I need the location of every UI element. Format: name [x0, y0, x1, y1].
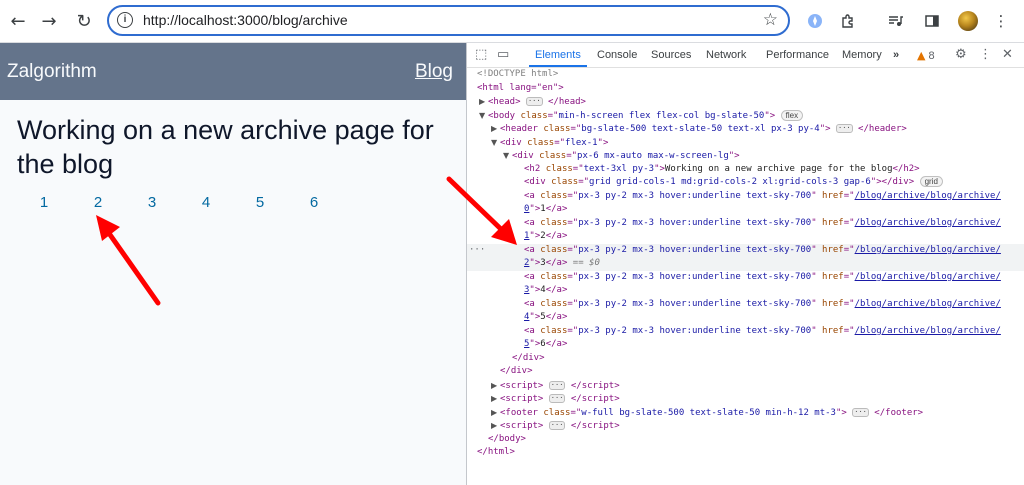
page-title: Working on a new archive page for the bl… [17, 115, 434, 179]
dom-line-grid[interactable]: <div class="grid grid-cols-1 md:grid-col… [467, 176, 1024, 190]
expand-triangle-icon[interactable]: ▶ [491, 406, 500, 420]
active-tab-indicator [529, 65, 587, 67]
expand-triangle-icon[interactable]: ▶ [479, 95, 488, 109]
tab-network[interactable]: Network [706, 49, 746, 61]
dom-line-a-1[interactable]: <a class="px-3 py-2 mx-3 hover:underline… [467, 217, 1024, 231]
expand-triangle-icon[interactable]: ▶ [491, 419, 500, 433]
site-header: Zalgorithm Blog [0, 43, 466, 100]
dom-line-a-1-cont[interactable]: 1">2</a> [467, 230, 1024, 244]
page-link-3[interactable]: 3 [142, 194, 162, 211]
dom-tree: <!DOCTYPE html> <html lang="en"> ▶ <head>… [467, 68, 1024, 460]
dom-line-a-4-cont[interactable]: 4">5</a> [467, 311, 1024, 325]
page-link-4[interactable]: 4 [196, 194, 216, 211]
dom-line-script[interactable]: ▶ <script> ··· </script> [467, 392, 1024, 406]
expand-triangle-icon[interactable]: ▶ [491, 379, 500, 393]
dom-line-a-5-cont[interactable]: 5">6</a> [467, 338, 1024, 352]
selected-node-marker: == $0 [572, 258, 600, 268]
close-devtools-icon[interactable]: ✕ [1002, 47, 1013, 62]
puzzle-icon[interactable] [837, 10, 859, 32]
ellipsis-icon[interactable]: ··· [548, 380, 566, 390]
browser-toolbar: ← → ↻ i http://localhost:3000/blog/archi… [0, 0, 1024, 43]
reload-icon[interactable]: ↻ [72, 9, 96, 33]
ellipsis-icon[interactable]: ··· [548, 394, 566, 403]
url-text[interactable]: http://localhost:3000/blog/archive [143, 12, 348, 28]
site-name[interactable]: Zalgorithm [7, 61, 97, 83]
dom-line-a-4[interactable]: <a class="px-3 py-2 mx-3 hover:underline… [467, 298, 1024, 312]
ellipsis-icon[interactable]: ··· [525, 97, 543, 106]
bookmark-star-icon[interactable]: ☆ [763, 10, 778, 30]
dom-line-footer[interactable]: ▶ <footer class="w-full bg-slate-500 text… [467, 406, 1024, 420]
ellipsis-icon[interactable]: ··· [835, 124, 853, 133]
inspect-element-icon[interactable]: ⬚ [475, 47, 487, 62]
warning-icon: ▲ [917, 49, 926, 62]
tab-elements[interactable]: Elements [535, 49, 581, 61]
side-panel-icon[interactable] [921, 10, 943, 32]
settings-gear-icon[interactable]: ⚙ [955, 47, 967, 62]
dom-line-doctype[interactable]: <!DOCTYPE html> [467, 68, 1024, 82]
dom-line-html-close[interactable]: </html> [467, 446, 1024, 460]
tab-console[interactable]: Console [597, 49, 637, 61]
media-icon[interactable] [884, 10, 906, 32]
dom-line-div-close[interactable]: </div> [467, 365, 1024, 379]
dom-line-head[interactable]: ▶ <head> ··· </head> [467, 95, 1024, 109]
dom-line-a-0-cont[interactable]: 0">1</a> [467, 203, 1024, 217]
page-link-6[interactable]: 6 [304, 194, 324, 211]
dom-line-a-3[interactable]: <a class="px-3 py-2 mx-3 hover:underline… [467, 271, 1024, 285]
collapse-triangle-icon[interactable]: ▼ [479, 109, 488, 123]
dom-line-header[interactable]: ▶ <header class="bg-slate-500 text-slate-… [467, 122, 1024, 136]
tab-sources[interactable]: Sources [651, 49, 691, 61]
dom-line-div-container[interactable]: ▼ <div class="px-6 mx-auto max-w-screen-l… [467, 149, 1024, 163]
back-arrow-icon[interactable]: ← [6, 9, 30, 33]
extension-icon[interactable] [804, 10, 826, 32]
page-link-5[interactable]: 5 [250, 194, 270, 211]
expand-triangle-icon[interactable]: ▶ [491, 392, 500, 406]
devtools-menu-icon[interactable]: ⋮ [979, 47, 992, 62]
dom-line-script[interactable]: ▶ <script> ··· </script> [467, 379, 1024, 393]
warnings-badge[interactable]: ▲ 8 [917, 49, 935, 62]
dom-line-a-3-cont[interactable]: 3">4</a> [467, 284, 1024, 298]
annotation-arrow-page [96, 215, 161, 306]
dom-line-script[interactable]: ▶ <script> ··· </script> [467, 419, 1024, 433]
dom-line-html[interactable]: <html lang="en"> [467, 82, 1024, 96]
dom-line-a-5[interactable]: <a class="px-3 py-2 mx-3 hover:underline… [467, 325, 1024, 339]
forward-arrow-icon[interactable]: → [37, 9, 61, 33]
tab-memory[interactable]: Memory [842, 49, 882, 61]
page-link-1[interactable]: 1 [34, 194, 54, 211]
devtools-panel: ⬚ ▭ Elements Console Sources Network Per… [446, 43, 1024, 485]
blog-nav-link[interactable]: Blog [415, 61, 453, 83]
dom-line-div-close[interactable]: </div> [467, 352, 1024, 366]
expand-triangle-icon[interactable]: ▶ [491, 122, 500, 136]
dom-line-a-0[interactable]: <a class="px-3 py-2 mx-3 hover:underline… [467, 190, 1024, 204]
dom-line-div-flex[interactable]: ▼ <div class="flex-1"> [467, 136, 1024, 150]
dom-line-a-2-selected[interactable]: ··· <a class="px-3 py-2 mx-3 hover:underl… [467, 243, 1024, 258]
collapse-triangle-icon[interactable]: ▼ [491, 136, 500, 150]
devtools-toolbar: ⬚ ▭ Elements Console Sources Network Per… [467, 43, 1024, 68]
node-actions-icon[interactable]: ··· [469, 244, 485, 258]
warning-count: 8 [928, 50, 935, 62]
page-viewport: Zalgorithm Blog Working on a new archive… [0, 43, 466, 485]
ellipsis-icon[interactable]: ··· [852, 407, 869, 417]
kebab-menu-icon[interactable]: ⋮ [990, 10, 1012, 32]
dom-line-body[interactable]: ▼ <body class="min-h-screen flex flex-col… [467, 109, 1024, 123]
tab-performance[interactable]: Performance [766, 49, 829, 61]
device-toolbar-icon[interactable]: ▭ [497, 47, 509, 62]
page-link-2[interactable]: 2 [88, 194, 108, 211]
dom-line-body-close[interactable]: </body> [467, 433, 1024, 447]
collapse-triangle-icon[interactable]: ▼ [503, 149, 512, 163]
profile-avatar[interactable] [958, 11, 978, 31]
address-bar[interactable]: i http://localhost:3000/blog/archive ☆ [107, 5, 790, 36]
layout-badge[interactable]: grid [919, 176, 943, 187]
dom-line-a-2-cont[interactable]: 2">3</a> == $0 [467, 257, 1024, 271]
ellipsis-icon[interactable]: ··· [548, 421, 566, 430]
layout-badge[interactable]: flex [780, 109, 804, 121]
dom-line-h2[interactable]: <h2 class="text-3xl py-3">Working on a n… [467, 163, 1024, 177]
more-tabs-button[interactable]: » [893, 49, 899, 61]
site-info-icon[interactable]: i [117, 12, 133, 28]
